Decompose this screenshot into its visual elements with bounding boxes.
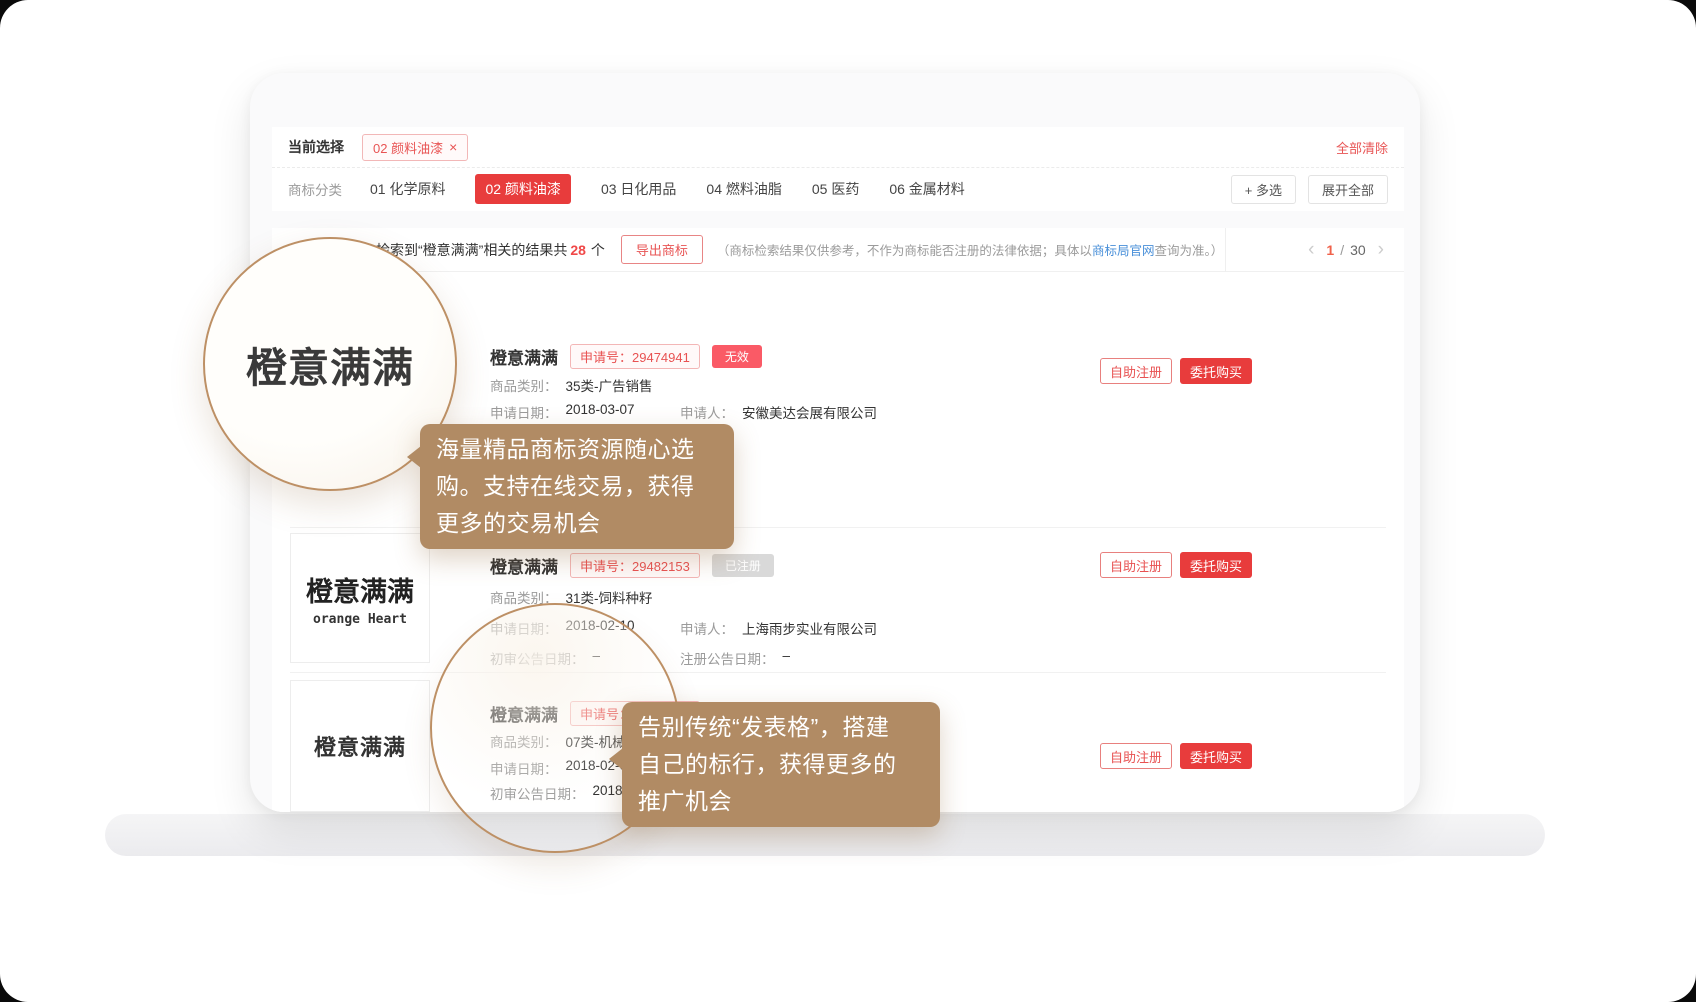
remove-filter-icon[interactable]: × [449, 139, 457, 155]
current-selection-label: 当前选择 [288, 137, 344, 157]
category-item-01[interactable]: 01 化学原料 [370, 179, 445, 199]
callout-line: 更多的交易机会 [436, 505, 718, 542]
result-count-unit: 个 [591, 240, 605, 260]
self-register-button[interactable]: 自助注册 [1100, 552, 1172, 578]
results-header: 当前 检索到“橙意满满”相关的结果共 28 个 导出商标 （商标检索结果仅供参考… [272, 228, 1404, 272]
category-item-06[interactable]: 06 金属材料 [889, 179, 964, 199]
category-field-value: 31类-饲料种籽 [566, 587, 653, 607]
next-page-button[interactable]: › [1366, 239, 1396, 261]
selected-filter-tag-text: 02 颜料油漆 [373, 138, 443, 157]
category-field-label: 商品类别： [490, 375, 558, 395]
disclaimer-prefix: （商标检索结果仅供参考，不作为商标能否注册的法律依据；具体以 [717, 244, 1092, 258]
applicant-field-label: 申请人： [680, 402, 734, 422]
applicant-field-label: 申请人： [680, 618, 734, 638]
category-item-03[interactable]: 03 日化用品 [601, 179, 676, 199]
magnified-trademark-text: 橙意满满 [246, 334, 414, 394]
application-number-tag: 申请号：29474941 [570, 344, 700, 369]
application-number-value: 29474941 [632, 350, 690, 365]
callout-line: 自己的标行，获得更多的 [638, 746, 924, 783]
category-item-02-active[interactable]: 02 颜料油漆 [475, 174, 570, 204]
callout-line: 海量精品商标资源随心选 [436, 431, 718, 468]
trademark-office-link[interactable]: 商标局官网 [1092, 244, 1155, 258]
category-label: 商标分类 [288, 179, 342, 199]
application-number-label: 申请号： [580, 559, 632, 574]
callout-bubble: 海量精品商标资源随心选 购。支持在线交易，获得 更多的交易机会 [420, 424, 734, 549]
callout-arrow-icon [407, 446, 421, 468]
header-divider [1225, 228, 1226, 272]
trademark-name: 橙意满满 [490, 344, 558, 369]
applicant-field-value: 安徽美达会展有限公司 [742, 402, 877, 422]
reg-notice-label: 注册公告日期： [680, 648, 775, 668]
trademark-name: 橙意满满 [490, 553, 558, 578]
prev-page-button[interactable]: ‹ [1296, 239, 1326, 261]
trademark-image-text: 橙意满满 [306, 570, 414, 609]
category-field-value: 35类-广告销售 [566, 375, 653, 395]
category-item-04[interactable]: 04 燃料油脂 [706, 179, 781, 199]
callout-line: 告别传统“发表格”，搭建 [638, 709, 924, 746]
disclaimer-suffix: 查询为准。） [1154, 244, 1223, 258]
page-separator: / [1340, 242, 1344, 258]
applicant-field-value: 上海雨步实业有限公司 [742, 618, 877, 638]
selected-filter-tag[interactable]: 02 颜料油漆 × [362, 134, 468, 161]
clear-all-button[interactable]: 全部清除 [1336, 138, 1388, 157]
category-row: 商标分类 01 化学原料 02 颜料油漆 03 日化用品 04 燃料油脂 05 … [272, 168, 1404, 210]
trademark-image-text: 橙意满满 [314, 730, 406, 762]
entrust-buy-button[interactable]: 委托购买 [1180, 358, 1252, 384]
total-pages: 30 [1350, 242, 1366, 258]
disclaimer-text: （商标检索结果仅供参考，不作为商标能否注册的法律依据；具体以商标局官网查询为准。… [717, 240, 1223, 259]
reg-notice-value: – [783, 648, 791, 668]
field-line: 商品类别： 35类-广告销售 [490, 376, 653, 394]
self-register-button[interactable]: 自助注册 [1100, 358, 1172, 384]
result-count: 28 [570, 242, 586, 258]
application-number-label: 申请号： [580, 350, 632, 365]
callout-arrow-icon [609, 748, 623, 770]
result-row-title: 橙意满满 申请号：29482153 已注册 [490, 552, 774, 578]
callout-bubble: 告别传统“发表格”，搭建 自己的标行，获得更多的 推广机会 [622, 702, 940, 827]
status-badge: 已注册 [712, 554, 774, 577]
date-field-label: 申请日期： [490, 402, 558, 422]
category-item-05[interactable]: 05 医药 [812, 179, 859, 199]
trademark-image-subtext: orange Heart [313, 612, 407, 627]
application-number-value: 29482153 [632, 559, 690, 574]
export-trademarks-button[interactable]: 导出商标 [621, 235, 703, 264]
current-page: 1 [1326, 242, 1334, 258]
field-line: 申请日期： 2018-03-07 申请人： 安徽美达会展有限公司 [490, 403, 877, 421]
current-selection-row: 当前选择 02 颜料油漆 × 全部清除 [272, 127, 1404, 168]
callout-line: 购。支持在线交易，获得 [436, 468, 718, 505]
trademark-image[interactable]: 橙意满满 orange Heart [290, 533, 430, 663]
filter-panel: 当前选择 02 颜料油漆 × 全部清除 商标分类 01 化学原料 02 颜料油漆… [272, 127, 1404, 211]
status-badge: 无效 [712, 345, 762, 368]
self-register-button[interactable]: 自助注册 [1100, 743, 1172, 769]
multi-select-button[interactable]: + 多选 [1231, 175, 1296, 204]
summary-text: 检索到“橙意满满”相关的结果共 [376, 240, 567, 260]
application-number-tag: 申请号：29482153 [570, 553, 700, 578]
entrust-buy-button[interactable]: 委托购买 [1180, 743, 1252, 769]
page-background: 当前选择 02 颜料油漆 × 全部清除 商标分类 01 化学原料 02 颜料油漆… [0, 0, 1696, 1002]
expand-all-button[interactable]: 展开全部 [1308, 175, 1388, 204]
date-field-value: 2018-03-07 [566, 402, 635, 422]
pagination: ‹ 1 / 30 › [1225, 228, 1396, 272]
result-row-title: 橙意满满 申请号：29474941 无效 [490, 343, 762, 369]
trademark-image[interactable]: 橙意满满 [290, 680, 430, 812]
entrust-buy-button[interactable]: 委托购买 [1180, 552, 1252, 578]
callout-line: 推广机会 [638, 783, 924, 820]
